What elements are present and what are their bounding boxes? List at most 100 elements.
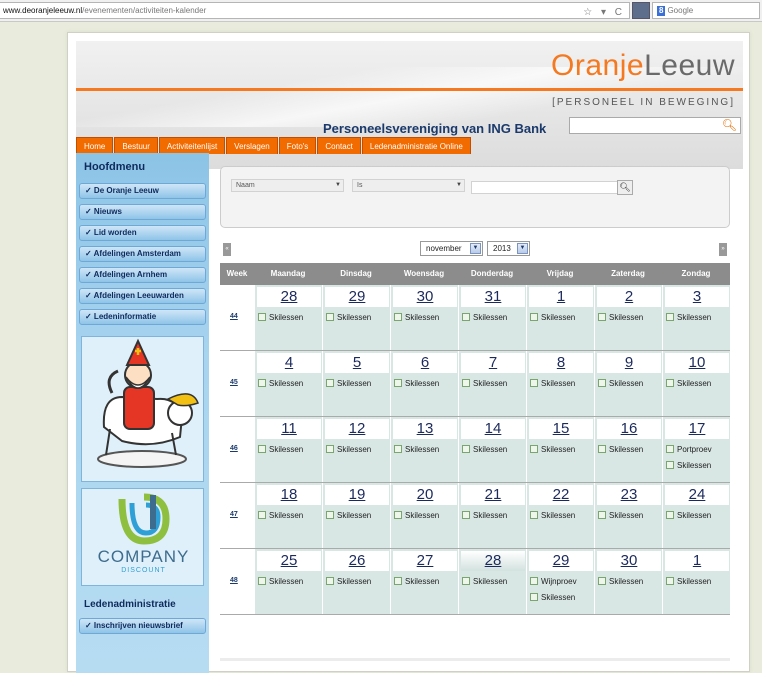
day-number-link[interactable]: 10: [665, 353, 729, 373]
calendar-event[interactable]: Skilessen: [598, 445, 643, 455]
calendar-event[interactable]: Skilessen: [666, 313, 711, 323]
calendar-event[interactable]: Skilessen: [530, 511, 575, 521]
calendar-event[interactable]: Skilessen: [462, 577, 507, 587]
calendar-event[interactable]: Skilessen: [394, 379, 439, 389]
calendar-event[interactable]: Skilessen: [666, 577, 711, 587]
calendar-event[interactable]: Skilessen: [598, 379, 643, 389]
day-number-link[interactable]: 4: [257, 353, 321, 373]
sidebar-item-nieuws[interactable]: ✓ Nieuws: [79, 204, 206, 220]
day-number-link[interactable]: 28: [461, 551, 525, 571]
extension-icon[interactable]: [632, 2, 650, 19]
calendar-event[interactable]: Skilessen: [394, 445, 439, 455]
sinterklaas-banner[interactable]: [81, 336, 204, 482]
calendar-event[interactable]: Skilessen: [326, 577, 371, 587]
calendar-event[interactable]: Skilessen: [598, 313, 643, 323]
day-number-link[interactable]: 5: [325, 353, 389, 373]
day-number-link[interactable]: 29: [529, 551, 593, 571]
day-number-link[interactable]: 27: [393, 551, 457, 571]
week-number-link[interactable]: 45: [230, 379, 238, 386]
week-number-link[interactable]: 48: [230, 577, 238, 584]
browser-search-box[interactable]: 8 Google: [652, 2, 760, 19]
calendar-event[interactable]: Skilessen: [394, 577, 439, 587]
nav-home[interactable]: Home: [76, 137, 114, 154]
calendar-event[interactable]: Skilessen: [258, 313, 303, 323]
day-number-link[interactable]: 1: [529, 287, 593, 307]
calendar-event[interactable]: Portproev: [666, 445, 712, 455]
calendar-event[interactable]: Skilessen: [326, 445, 371, 455]
site-search-input[interactable]: 🔍︎: [569, 117, 741, 134]
day-number-link[interactable]: 3: [665, 287, 729, 307]
day-number-link[interactable]: 16: [597, 419, 661, 439]
calendar-event[interactable]: Skilessen: [326, 511, 371, 521]
day-number-link[interactable]: 31: [461, 287, 525, 307]
day-number-link[interactable]: 2: [597, 287, 661, 307]
day-number-link[interactable]: 9: [597, 353, 661, 373]
sidebar-item-ledeninformatie[interactable]: ✓ Ledeninformatie: [79, 309, 206, 325]
calendar-event[interactable]: Skilessen: [462, 379, 507, 389]
nav-activiteitenlijst[interactable]: Activiteitenlijst: [158, 137, 226, 154]
day-number-link[interactable]: 11: [257, 419, 321, 439]
day-number-link[interactable]: 29: [325, 287, 389, 307]
day-number-link[interactable]: 22: [529, 485, 593, 505]
day-number-link[interactable]: 14: [461, 419, 525, 439]
sidebar-item-afdelingen-leeuwarden[interactable]: ✓ Afdelingen Leeuwarden: [79, 288, 206, 304]
calendar-event[interactable]: Skilessen: [666, 511, 711, 521]
filter-keyword-input[interactable]: [471, 181, 618, 194]
day-number-link[interactable]: 28: [257, 287, 321, 307]
day-number-link[interactable]: 18: [257, 485, 321, 505]
calendar-event[interactable]: Skilessen: [394, 511, 439, 521]
day-number-link[interactable]: 13: [393, 419, 457, 439]
calendar-event[interactable]: Skilessen: [394, 313, 439, 323]
nav-verslagen[interactable]: Verslagen: [226, 137, 278, 154]
day-number-link[interactable]: 21: [461, 485, 525, 505]
day-number-link[interactable]: 30: [597, 551, 661, 571]
calendar-event[interactable]: Skilessen: [326, 379, 371, 389]
day-number-link[interactable]: 30: [393, 287, 457, 307]
filter-operator-select[interactable]: Is ▼: [352, 179, 465, 192]
nav-bestuur[interactable]: Bestuur: [114, 137, 158, 154]
calendar-event[interactable]: Skilessen: [530, 445, 575, 455]
day-number-link[interactable]: 20: [393, 485, 457, 505]
day-number-link[interactable]: 17: [665, 419, 729, 439]
bookmark-star-icon[interactable]: ☆ ▾ C: [583, 5, 625, 18]
prev-month-button[interactable]: «: [223, 243, 231, 256]
sidebar-item-lid-worden[interactable]: ✓ Lid worden: [79, 225, 206, 241]
day-number-link[interactable]: 1: [665, 551, 729, 571]
year-select[interactable]: 2013 ▼: [487, 241, 530, 256]
day-number-link[interactable]: 8: [529, 353, 593, 373]
next-month-button[interactable]: »: [719, 243, 727, 256]
address-bar[interactable]: www.deoranjeleeuw.nl/evenementen/activit…: [0, 2, 630, 19]
filter-search-button[interactable]: 🔍︎: [617, 180, 633, 195]
calendar-event[interactable]: Skilessen: [258, 511, 303, 521]
nav-ledenadministratie-online[interactable]: Ledenadministratie Online: [361, 137, 471, 154]
calendar-event[interactable]: Skilessen: [666, 379, 711, 389]
day-number-link[interactable]: 24: [665, 485, 729, 505]
day-number-link[interactable]: 26: [325, 551, 389, 571]
sidebar-item-de-oranje-leeuw[interactable]: ✓ De Oranje Leeuw: [79, 183, 206, 199]
day-number-link[interactable]: 15: [529, 419, 593, 439]
nav-contact[interactable]: Contact: [317, 137, 361, 154]
nav-fotos[interactable]: Foto's: [278, 137, 317, 154]
calendar-event[interactable]: Skilessen: [258, 445, 303, 455]
month-select[interactable]: november ▼: [420, 241, 483, 256]
day-number-link[interactable]: 7: [461, 353, 525, 373]
calendar-event[interactable]: Skilessen: [462, 511, 507, 521]
day-number-link[interactable]: 6: [393, 353, 457, 373]
calendar-event[interactable]: Skilessen: [462, 445, 507, 455]
sidebar-item-afdelingen-amsterdam[interactable]: ✓ Afdelingen Amsterdam: [79, 246, 206, 262]
calendar-event[interactable]: Skilessen: [530, 593, 575, 603]
day-number-link[interactable]: 23: [597, 485, 661, 505]
calendar-event[interactable]: Skilessen: [598, 511, 643, 521]
site-logo[interactable]: OranjeLeeuw: [551, 49, 735, 83]
calendar-event[interactable]: Skilessen: [258, 379, 303, 389]
filter-field-select[interactable]: Naam ▼: [231, 179, 344, 192]
day-number-link[interactable]: 19: [325, 485, 389, 505]
week-number-link[interactable]: 44: [230, 313, 238, 320]
week-number-link[interactable]: 46: [230, 445, 238, 452]
calendar-event[interactable]: Skilessen: [666, 461, 711, 471]
day-number-link[interactable]: 12: [325, 419, 389, 439]
calendar-event[interactable]: Skilessen: [462, 313, 507, 323]
sidebar-item-inschrijven-nieuwsbrief[interactable]: ✓ Inschrijven nieuwsbrief: [79, 618, 206, 634]
sidebar-item-afdelingen-arnhem[interactable]: ✓ Afdelingen Arnhem: [79, 267, 206, 283]
week-number-link[interactable]: 47: [230, 511, 238, 518]
